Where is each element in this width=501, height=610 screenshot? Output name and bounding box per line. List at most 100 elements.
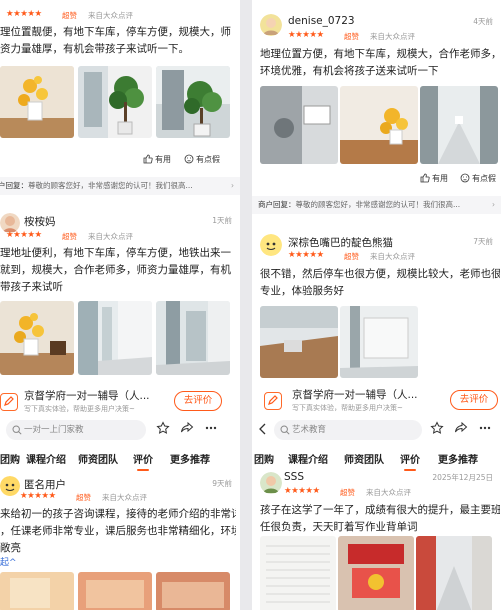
rating-grade: 超赞 [62,232,77,241]
reviewer-name[interactable]: SSS [284,471,304,483]
review-card: 匿名用户 9天前 ★★★★★ 超赞 来自大众点评 来给初一的孩子咨询课程，接待的… [0,472,240,610]
more-icon[interactable] [204,421,218,435]
tab-teachers[interactable]: 师资团队 [78,451,118,466]
star-rating: ★★★★★ [288,30,324,40]
review-photo[interactable] [338,536,414,610]
review-time: 7天前 [473,237,493,246]
review-source: 来自大众点评 [102,493,147,502]
question-face-icon [460,173,470,183]
tab-course-intro[interactable]: 课程介绍 [288,451,328,466]
review-photo[interactable] [0,66,74,138]
star-rating: ★★★★★ [6,9,42,19]
review-photo[interactable] [340,306,418,378]
shop-name[interactable]: 京督学府一对一辅导（人... [24,388,150,403]
useful-button[interactable]: 有用 [143,154,171,165]
tab-bar: 团购 课程介绍 师资团队 评价 更多推荐 [0,449,240,471]
review-photo[interactable] [78,301,152,375]
merchant-reply[interactable]: 商户回复：尊敬的顾客您好，非常感谢您的认可！我们很高... › [252,196,501,214]
avatar[interactable] [260,14,282,36]
back-arrow-icon[interactable] [258,423,268,435]
left-screenshot: ★★★★★ 超赞 来自大众点评 理位置靓便，有地下车库，停车方便，规模大，师 资… [0,0,240,610]
share-icon[interactable] [180,421,194,435]
shop-bar: 京督学府一对一辅导（人... 写下真实体验，帮助更多用户决策~ 去评价 [252,382,501,420]
search-icon [12,425,22,435]
review-text: 来给初一的孩子咨询课程，接待的老师介绍的非常详 ，任课老师非常专业，课后服务也非… [0,508,236,554]
tab-group-buy[interactable]: 团购 [0,451,20,466]
review-text: 很不错，然后停车也很方便，规模比较大，老师也很 专业，体验服务好 [260,268,500,297]
suspicious-button[interactable]: 有点假 [460,173,496,184]
review-source: 来自大众点评 [88,11,133,20]
review-card: ★★★★★ 超赞 来自大众点评 理位置靓便，有地下车库，停车方便，规模大，师 资… [0,0,240,180]
review-photo[interactable] [0,572,74,610]
write-review-button[interactable]: 去评价 [450,390,498,410]
shop-prompt: 写下真实体验，帮助更多用户决策~ [292,404,403,412]
write-review-button[interactable]: 去评价 [174,391,222,411]
avatar[interactable] [0,476,20,496]
review-photo[interactable] [0,301,74,375]
review-card: denise_0723 4天前 ★★★★★ 超赞 来自大众点评 地理位置方便，有… [252,0,501,183]
collapse-link[interactable]: 起^ [0,555,17,568]
rating-grade: 超赞 [76,493,91,502]
thumb-up-icon [143,154,153,164]
review-time: 4天前 [473,17,493,26]
search-input[interactable]: 一对一上门家教 [6,420,146,440]
review-text: 理地址便利，有地下车库，停车方便，地铁出来一 就到，规模大，合作老师多，师资力量… [0,247,231,293]
rating-grade: 超赞 [344,32,359,41]
merchant-reply[interactable]: 户回复：尊敬的顾客您好，非常感谢您的认可！我们很高... › [0,177,240,195]
star-rating: ★★★★★ [284,486,320,496]
review-photo[interactable] [260,86,338,164]
review-source: 来自大众点评 [370,32,415,41]
tab-teachers[interactable]: 师资团队 [344,451,384,466]
review-card: 桉桉妈 1天前 ★★★★★ 超赞 来自大众点评 理地址便利，有地下车库，停车方便… [0,205,240,385]
share-icon[interactable] [454,421,468,435]
tab-course-intro[interactable]: 课程介绍 [26,451,66,466]
review-text: 孩子在这学了一年了，成绩有很大的提升，最主要班主 任很负责，天天盯着写作业背单词 [260,504,500,533]
star-rating: ★★★★★ [6,230,42,240]
useful-button[interactable]: 有用 [420,173,448,184]
review-photo[interactable] [156,66,230,138]
review-photo[interactable] [260,536,336,610]
review-time: 2025年12月25日 [432,473,493,482]
reviewer-name[interactable]: denise_0723 [288,15,355,27]
review-time: 9天前 [212,479,232,488]
reviewer-name[interactable]: 深棕色嘴巴的靛色熊猫 [288,235,393,250]
tab-group-buy[interactable]: 团购 [254,451,274,466]
review-source: 来自大众点评 [366,488,411,497]
more-icon[interactable] [478,421,492,435]
rating-grade: 超赞 [344,252,359,261]
rating-grade: 超赞 [62,11,77,20]
edit-review-icon[interactable] [264,392,282,410]
reviewer-name[interactable]: 匿名用户 [24,477,66,492]
chevron-right-icon: › [231,181,234,190]
review-photo[interactable] [416,536,492,610]
chevron-right-icon: › [492,200,495,209]
review-photo[interactable] [260,306,338,378]
review-source: 来自大众点评 [370,252,415,261]
tab-reviews[interactable]: 评价 [400,451,420,471]
edit-review-icon[interactable] [0,393,18,411]
tab-more-recommend[interactable]: 更多推荐 [170,451,210,466]
rating-grade: 超赞 [340,488,355,497]
review-time: 1天前 [212,216,232,225]
review-photo[interactable] [156,572,230,610]
shop-name[interactable]: 京督学府一对一辅导（人... [292,387,418,402]
review-photo[interactable] [78,572,152,610]
review-text: 地理位置方便，有地下车库，规模大，合作老师多， 环境优雅，有机会将孩子送来试听一… [260,48,500,77]
review-photo[interactable] [78,66,152,138]
review-photo[interactable] [340,86,418,164]
tab-reviews[interactable]: 评价 [133,451,153,471]
suspicious-button[interactable]: 有点假 [184,154,220,165]
tab-more-recommend[interactable]: 更多推荐 [438,451,478,466]
review-photo[interactable] [156,301,230,375]
search-bar: 艺术教育 [252,418,501,442]
search-icon [280,425,290,435]
avatar[interactable] [260,472,282,494]
review-card: 深棕色嘴巴的靛色熊猫 7天前 ★★★★★ 超赞 来自大众点评 很不错，然后停车也… [252,224,501,384]
star-icon[interactable] [156,421,170,435]
avatar[interactable] [260,234,282,256]
reviewer-name[interactable]: 桉桉妈 [24,214,56,229]
star-icon[interactable] [430,421,444,435]
review-photo[interactable] [420,86,498,164]
star-rating: ★★★★★ [20,491,56,501]
search-input[interactable]: 艺术教育 [274,420,422,440]
